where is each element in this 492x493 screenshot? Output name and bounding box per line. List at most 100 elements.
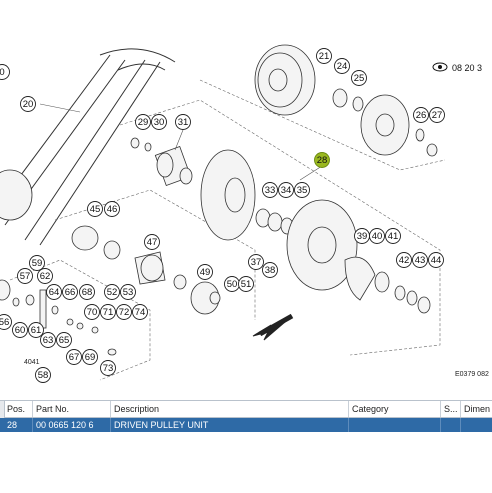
svg-text:51: 51	[241, 279, 252, 290]
callout-47[interactable]: 47	[144, 234, 160, 250]
callout-60[interactable]: 60	[12, 322, 28, 338]
svg-text:30: 30	[154, 117, 165, 128]
svg-text:41: 41	[388, 231, 399, 242]
callout-61[interactable]: 61	[28, 322, 44, 338]
callout-31[interactable]: 31	[175, 114, 191, 130]
callout-51[interactable]: 51	[238, 276, 254, 292]
callout-20[interactable]: 20	[20, 96, 36, 112]
callout-59[interactable]: 59	[29, 255, 45, 271]
callout-21[interactable]: 21	[316, 48, 332, 64]
callout-62[interactable]: 62	[37, 268, 53, 284]
svg-text:69: 69	[85, 352, 96, 363]
svg-text:56: 56	[0, 317, 9, 328]
callout-74[interactable]: 74	[132, 304, 148, 320]
callout-63[interactable]: 63	[40, 332, 56, 348]
column-part-no[interactable]: Part No.	[33, 401, 111, 417]
svg-text:74: 74	[135, 307, 146, 318]
table-header: Pos. Part No. Description Category S... …	[0, 401, 492, 418]
svg-text:35: 35	[297, 185, 308, 196]
callout-44[interactable]: 44	[428, 252, 444, 268]
callout-26[interactable]: 26	[413, 107, 429, 123]
svg-text:38: 38	[265, 265, 276, 276]
svg-text:31: 31	[178, 117, 189, 128]
callout-50[interactable]: 50	[224, 276, 240, 292]
callout-29[interactable]: 29	[135, 114, 151, 130]
callout-57[interactable]: 57	[17, 268, 33, 284]
svg-text:60: 60	[15, 325, 26, 336]
view-indicator: 08 20 3	[432, 62, 482, 73]
callout-30[interactable]: 30	[151, 114, 167, 130]
callout-37[interactable]: 37	[248, 254, 264, 270]
svg-text:68: 68	[82, 287, 93, 298]
column-description[interactable]: Description	[111, 401, 349, 417]
svg-text:52: 52	[107, 287, 118, 298]
svg-text:63: 63	[43, 335, 54, 346]
view-label: 08 20 3	[452, 63, 482, 73]
callout-33[interactable]: 33	[262, 182, 278, 198]
svg-text:26: 26	[416, 110, 427, 121]
callout-24[interactable]: 24	[334, 58, 350, 74]
svg-text:62: 62	[40, 271, 51, 282]
callout-72[interactable]: 72	[116, 304, 132, 320]
callout-25[interactable]: 25	[351, 70, 367, 86]
callout-46[interactable]: 46	[104, 201, 120, 217]
exploded-view: 08 20 3 E0379 082 0 20 21 24 25 26 27 28 29 30 31 3…	[0, 44, 489, 383]
callout-28[interactable]: 28	[314, 152, 330, 168]
svg-text:20: 20	[23, 99, 34, 110]
callout-40[interactable]: 40	[369, 228, 385, 244]
svg-text:44: 44	[431, 255, 442, 266]
svg-text:34: 34	[281, 185, 292, 196]
parts-diagram: 08 20 3 E0379 082 0 20 21 24 25 26 27 28 29 30 31 3…	[0, 0, 492, 392]
svg-text:71: 71	[103, 307, 114, 318]
column-dimension[interactable]: Dimen	[461, 401, 492, 417]
callout-73[interactable]: 73	[100, 360, 116, 376]
svg-text:73: 73	[103, 363, 114, 374]
callout-52[interactable]: 52	[104, 284, 120, 300]
svg-text:47: 47	[147, 237, 158, 248]
svg-text:45: 45	[90, 204, 101, 215]
svg-text:46: 46	[107, 204, 118, 215]
svg-text:59: 59	[32, 258, 43, 269]
column-s[interactable]: S...	[441, 401, 461, 417]
callout-66[interactable]: 66	[62, 284, 78, 300]
callout-53[interactable]: 53	[120, 284, 136, 300]
callout-70[interactable]: 70	[84, 304, 100, 320]
svg-text:39: 39	[357, 231, 368, 242]
callout-43[interactable]: 43	[412, 252, 428, 268]
svg-text:49: 49	[200, 267, 211, 278]
callout-49[interactable]: 49	[197, 264, 213, 280]
svg-text:25: 25	[354, 73, 365, 84]
svg-text:65: 65	[59, 335, 70, 346]
svg-text:40: 40	[372, 231, 383, 242]
callout-68[interactable]: 68	[79, 284, 95, 300]
svg-text:21: 21	[319, 51, 330, 62]
callout-45[interactable]: 45	[87, 201, 103, 217]
callout-35[interactable]: 35	[294, 182, 310, 198]
callout-64[interactable]: 64	[46, 284, 62, 300]
cell-pos: 28	[4, 418, 33, 432]
svg-text:70: 70	[87, 307, 98, 318]
table-row[interactable]: 28 00 0665 120 6 DRIVEN PULLEY UNIT	[0, 418, 492, 432]
svg-text:50: 50	[227, 279, 238, 290]
cell-description: DRIVEN PULLEY UNIT	[111, 418, 349, 432]
callout-39[interactable]: 39	[354, 228, 370, 244]
callout-41[interactable]: 41	[385, 228, 401, 244]
callout-27[interactable]: 27	[429, 107, 445, 123]
callout-42[interactable]: 42	[396, 252, 412, 268]
callout-58[interactable]: 58	[35, 367, 51, 383]
callout-69[interactable]: 69	[82, 349, 98, 365]
column-category[interactable]: Category	[349, 401, 441, 417]
callout-0[interactable]: 0	[0, 64, 10, 80]
callout-65[interactable]: 65	[56, 332, 72, 348]
callout-67[interactable]: 67	[66, 349, 82, 365]
callout-56[interactable]: 56	[0, 314, 12, 330]
svg-text:24: 24	[337, 61, 348, 72]
parts-table: Pos. Part No. Description Category S... …	[0, 400, 492, 493]
callout-34[interactable]: 34	[278, 182, 294, 198]
column-pos[interactable]: Pos.	[4, 401, 33, 417]
svg-text:64: 64	[49, 287, 60, 298]
cell-part-no: 00 0665 120 6	[33, 418, 111, 432]
cell-dimension	[461, 418, 492, 432]
callout-71[interactable]: 71	[100, 304, 116, 320]
callout-38[interactable]: 38	[262, 262, 278, 278]
